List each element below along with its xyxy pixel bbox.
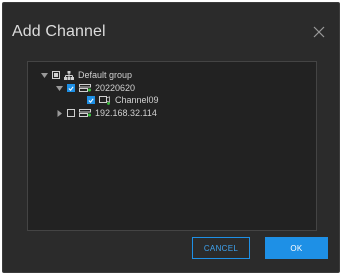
- tree-node-192-168-32-114[interactable]: 192.168.32.114: [55, 107, 157, 119]
- expand-arrow-icon[interactable]: [55, 84, 63, 92]
- dialog-title: Add Channel: [12, 23, 106, 40]
- tree-node-default-group[interactable]: Default group: [40, 69, 132, 81]
- channel-tree-panel: Default group 20220620 Channel09 192.168…: [27, 61, 317, 231]
- dialog-titlebar: Add Channel: [3, 3, 339, 59]
- ok-button[interactable]: OK: [265, 237, 328, 259]
- tree-node-label: 192.168.32.114: [95, 108, 157, 118]
- channel-checkbox[interactable]: [87, 96, 95, 104]
- close-icon[interactable]: [313, 25, 325, 38]
- nvr-device-icon: [79, 84, 91, 92]
- tree-node-channel09[interactable]: Channel09: [87, 94, 159, 106]
- cancel-button[interactable]: CANCEL: [192, 237, 250, 259]
- tree-node-label: 20220620: [95, 83, 136, 93]
- tree-node-label: Channel09: [115, 95, 159, 105]
- tree-node-20220620[interactable]: 20220620: [55, 82, 135, 94]
- group-hierarchy-icon: [64, 70, 74, 80]
- nvr-device-icon: [79, 109, 91, 117]
- expand-arrow-icon[interactable]: [40, 71, 48, 79]
- device-checkbox[interactable]: [67, 109, 75, 117]
- channel-tree: Default group 20220620 Channel09 192.168…: [28, 62, 316, 230]
- camera-channel-icon: [99, 95, 111, 105]
- device-checkbox[interactable]: [67, 84, 75, 92]
- tree-node-label: Default group: [78, 70, 133, 80]
- add-channel-dialog: Add Channel Default group 20220620 Chann…: [2, 2, 340, 273]
- default-group-checkbox[interactable]: [52, 71, 60, 79]
- collapse-arrow-icon[interactable]: [55, 109, 63, 117]
